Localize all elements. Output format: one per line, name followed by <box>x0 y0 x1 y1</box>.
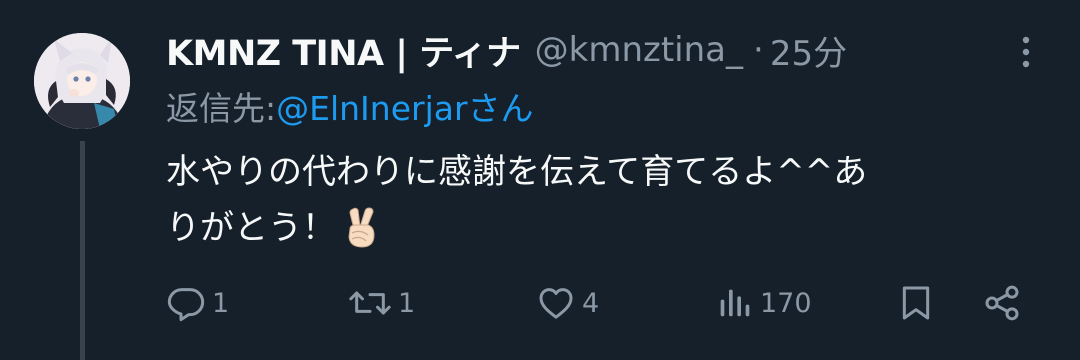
bookmark-icon <box>902 286 930 320</box>
user-handle[interactable]: @kmnztina_ <box>535 30 743 70</box>
tweet-text: 水やりの代わりに感謝を伝えて育てるよ^^あ りがとう！ <box>166 144 1046 256</box>
avatar[interactable] <box>34 33 130 129</box>
bookmark-button[interactable] <box>896 278 936 328</box>
views-button[interactable]: 170 <box>714 278 812 328</box>
reply-icon <box>167 288 205 322</box>
reply-mention-link[interactable]: @ElnInerjarさん <box>276 82 533 130</box>
retweet-count: 1 <box>398 287 416 319</box>
tweet-text-segment: りがとう！ <box>166 208 336 248</box>
display-name[interactable]: KMNZ TINA | ティナ <box>166 25 521 76</box>
views-count: 170 <box>760 287 812 319</box>
share-button[interactable] <box>982 278 1022 328</box>
analytics-bars-icon <box>720 289 750 317</box>
thread-line <box>80 141 85 360</box>
tweet-header: KMNZ TINA | ティナ @kmnztina_ · 25分 <box>166 26 847 74</box>
timestamp[interactable]: 25分 <box>770 26 847 75</box>
reply-button[interactable]: 1 <box>166 278 229 328</box>
like-count: 4 <box>582 287 600 319</box>
reply-prefix: 返信先: <box>166 89 277 128</box>
retweet-button[interactable]: 1 <box>348 278 415 328</box>
heart-icon <box>539 288 573 319</box>
reply-count: 1 <box>212 287 230 319</box>
victory-hand-emoji-icon <box>340 205 380 249</box>
more-vertical-icon <box>1022 36 1030 68</box>
share-icon <box>985 285 1019 321</box>
more-options-button[interactable] <box>1008 34 1044 70</box>
like-button[interactable]: 4 <box>536 278 599 328</box>
reply-context: 返信先: @ElnInerjarさん <box>166 82 534 130</box>
separator-dot: · <box>753 30 764 70</box>
tweet-text-line: 水やりの代わりに感謝を伝えて育てるよ^^あ <box>166 152 868 192</box>
tweet-text-line: りがとう！ <box>166 200 1046 256</box>
tweet-card[interactable]: KMNZ TINA | ティナ @kmnztina_ · 25分 返信先: @E… <box>0 0 1080 360</box>
avatar-image <box>34 33 130 129</box>
retweet-icon <box>349 291 391 315</box>
tweet-actions-bar: 1 1 4 170 <box>166 278 1036 328</box>
